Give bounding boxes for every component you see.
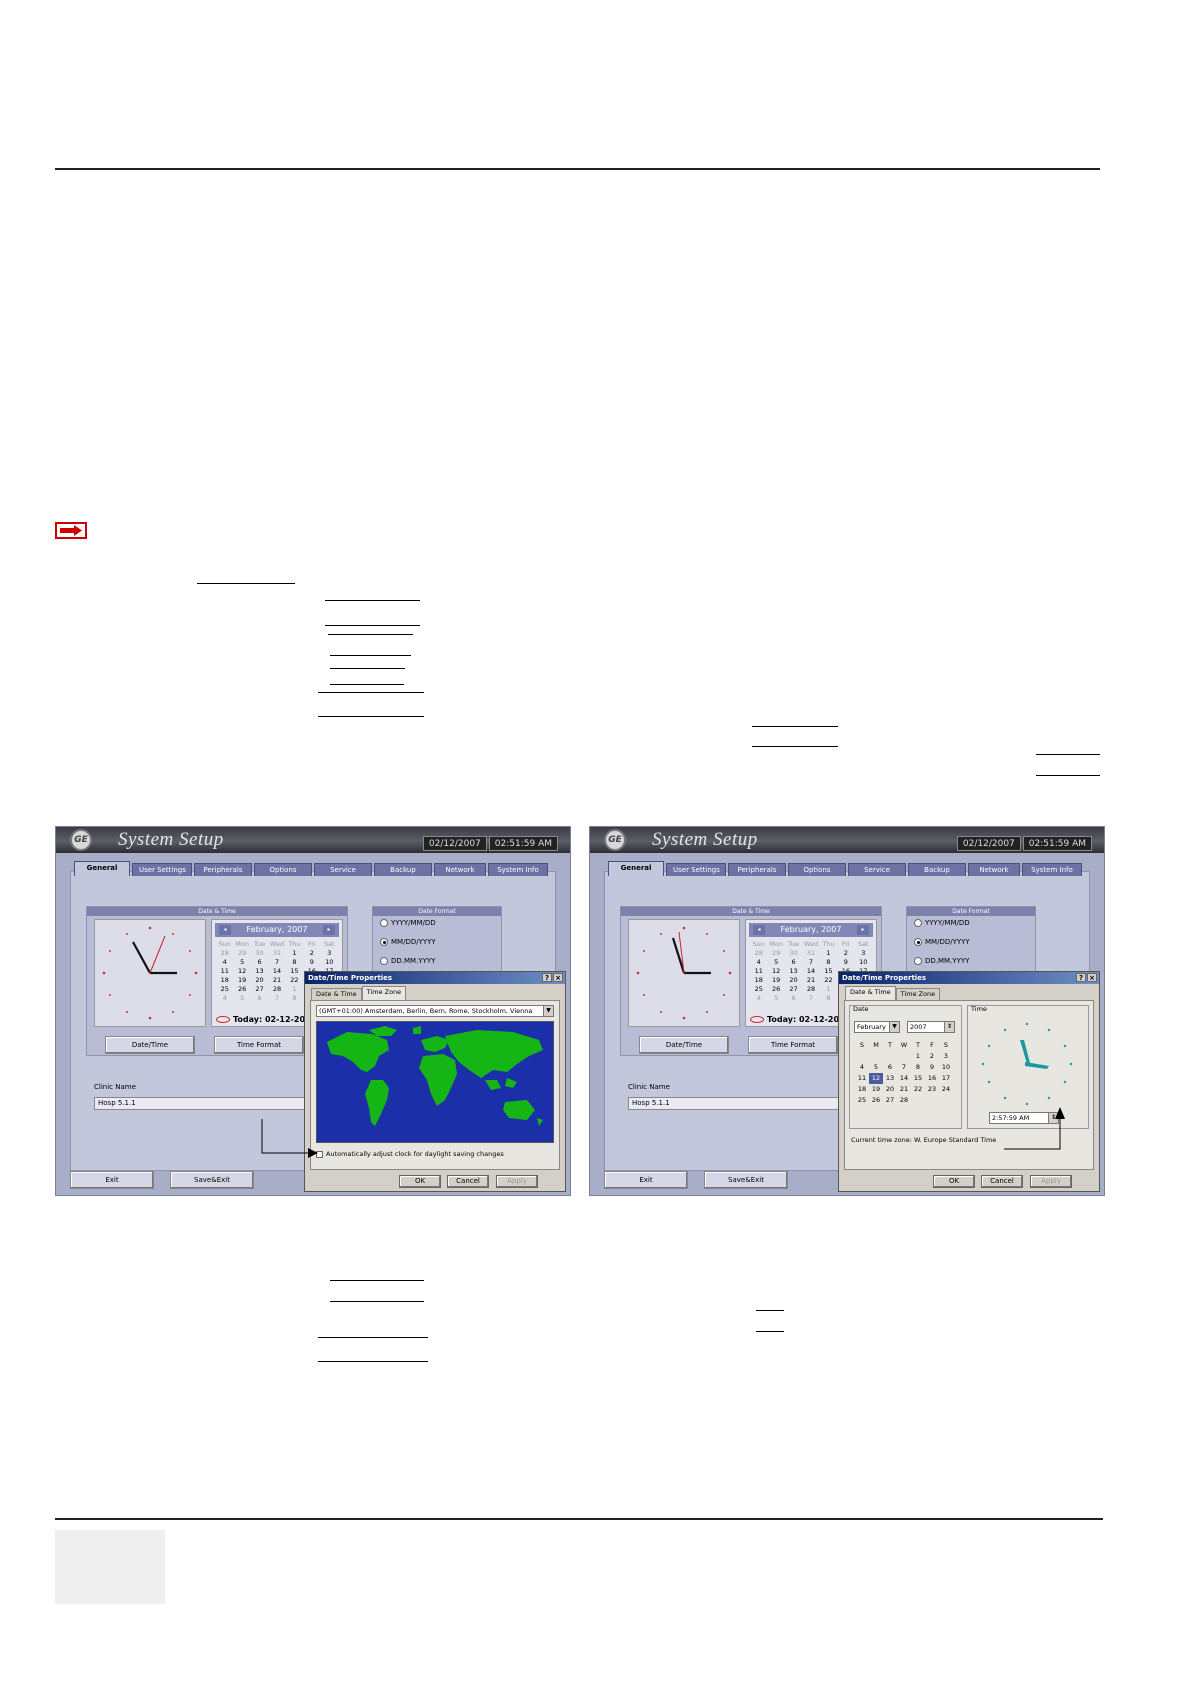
link-underline [328,634,413,635]
link-underline [330,1280,424,1281]
header-rule [55,168,1100,170]
footer-rule [55,1518,1103,1520]
callout-arrow [1004,1107,1065,1150]
link-underline [318,716,424,717]
warning-arrow-icon [55,522,87,539]
footer-page-box [55,1530,165,1604]
link-underline [752,726,838,727]
screenshot-date-time: GE System Setup 02/12/2007 02:51:59 AM G… [589,826,1105,1196]
link-underline [330,684,404,685]
link-underline [330,668,405,669]
link-underline [325,625,420,626]
link-underline [318,692,424,693]
link-underline [756,1310,784,1311]
link-underline [325,600,420,601]
link-underline [756,1331,784,1332]
link-underline [318,1337,428,1338]
link-underline [1036,775,1100,776]
link-underline [1036,754,1100,755]
link-underline [330,655,411,656]
callout-arrow [261,1119,318,1158]
link-underline [318,1361,428,1362]
screenshot-timezone: GE System Setup 02/12/2007 02:51:59 AM G… [55,826,571,1196]
link-underline [330,1301,424,1302]
link-underline [197,583,295,584]
link-underline [752,746,838,747]
